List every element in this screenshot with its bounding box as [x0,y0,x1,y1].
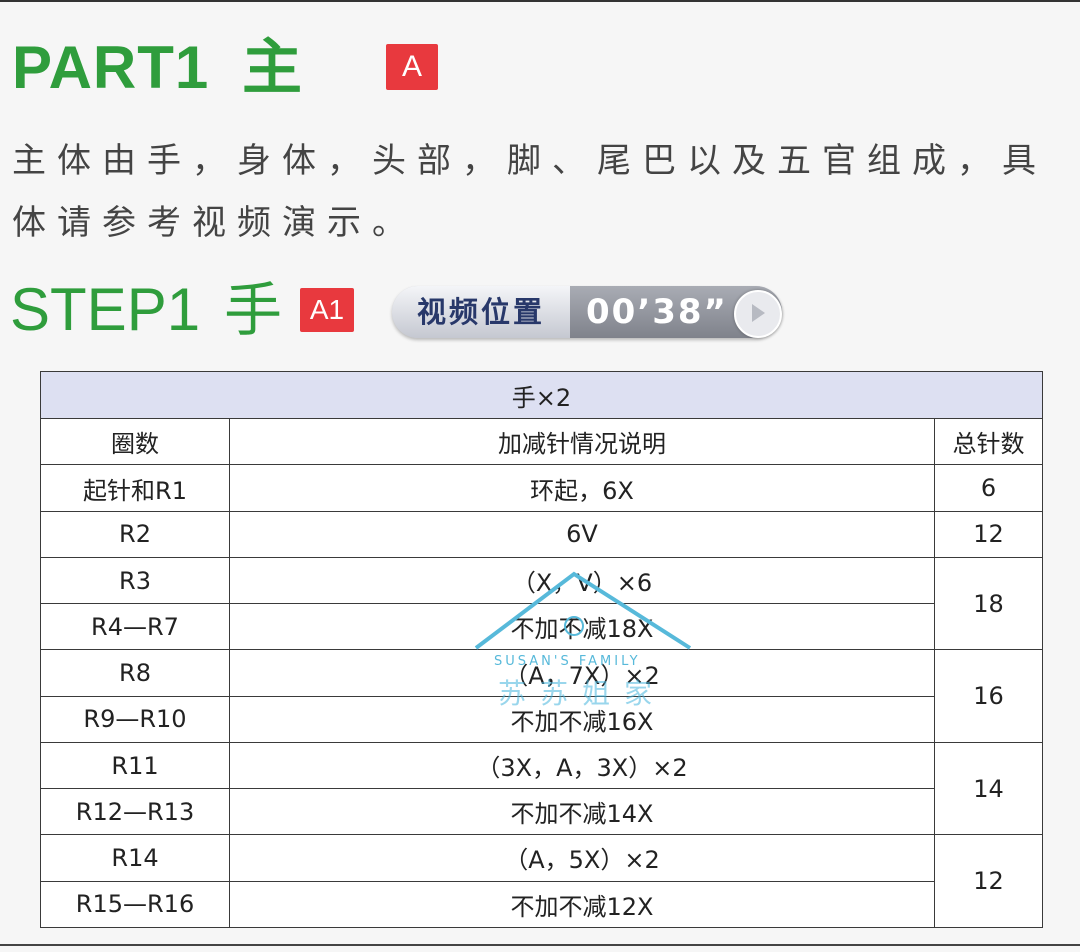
round-cell: R14 [40,834,230,882]
round-cell: R4—R7 [40,603,230,651]
round-cell: R8 [40,649,230,697]
bottom-divider [0,944,1080,946]
watermark-text-en: SUSAN'S FAMILY [494,654,641,669]
watermark-text-cn: 苏苏姐家 [498,677,667,710]
step-subtitle: 手 [224,276,283,344]
total-cell: 12 [933,834,1044,928]
description: 主体由手，身体，头部，脚、尾巴以及五官组成，具 体请参考视频演示。 [12,130,1072,254]
header-total: 总针数 [933,418,1044,466]
desc-cell: 6V [229,510,935,558]
total-cell: 6 [933,464,1044,512]
table-row: R4—R7 不加不减18X [40,603,1043,651]
table-row: 起针和R1 环起，6X 6 [40,464,1044,512]
part-title: PART1 [12,34,210,101]
desc-cell: （A，5X）×2 [229,834,935,882]
header-description: 加减针情况说明 [229,418,935,466]
total-cell: 12 [933,510,1044,558]
table-row: R3 （X，V）×6 18 [40,556,1044,651]
total-cell: 14 [933,741,1044,836]
desc-cell: 不加不减12X [229,880,935,929]
desc-cell: 环起，6X [229,464,935,512]
video-position-button[interactable]: 视频位置 00’38” [392,286,782,338]
round-cell: R3 [40,556,230,605]
desc-cell: （3X，A，3X）×2 [229,741,935,790]
total-cell: 16 [933,649,1044,743]
table-caption: 手×2 [40,370,1043,420]
table-row: R2 6V 12 [40,510,1044,558]
table-row: R14 （A，5X）×2 12 [40,834,1044,928]
description-line-1: 主体由手，身体，头部，脚、尾巴以及五官组成，具 [12,141,1047,181]
round-cell: R15—R16 [40,880,230,929]
step-title: STEP1 [10,276,201,343]
round-cell: R12—R13 [40,788,230,836]
round-cell: R11 [40,741,230,790]
table-row: R11 （3X，A，3X）×2 14 [40,741,1044,836]
round-cell: R2 [40,510,230,558]
desc-cell: 不加不减14X [229,788,935,836]
video-position-label: 视频位置 [392,286,570,338]
header-round: 圈数 [40,418,230,466]
top-divider [0,0,1080,2]
part-badge: A [386,44,438,90]
total-cell: 18 [933,556,1044,651]
step-badge: A1 [300,288,354,332]
part-subtitle: 主 [242,33,302,103]
knitting-table: 手×2 圈数 加减针情况说明 总针数 起针和R1 环起，6X 6 R2 6V 1… [40,370,1044,929]
round-cell: R9—R10 [40,695,230,743]
round-cell: 起针和R1 [40,464,230,512]
table-row: R12—R13 不加不减14X [40,788,1043,836]
desc-cell: 不加不减18X [229,603,935,651]
desc-cell: （X，V）×6 [229,556,935,605]
table-row: R15—R16 不加不减12X [40,880,1043,929]
description-line-2: 体请参考视频演示。 [12,203,417,243]
play-icon[interactable] [734,290,782,338]
